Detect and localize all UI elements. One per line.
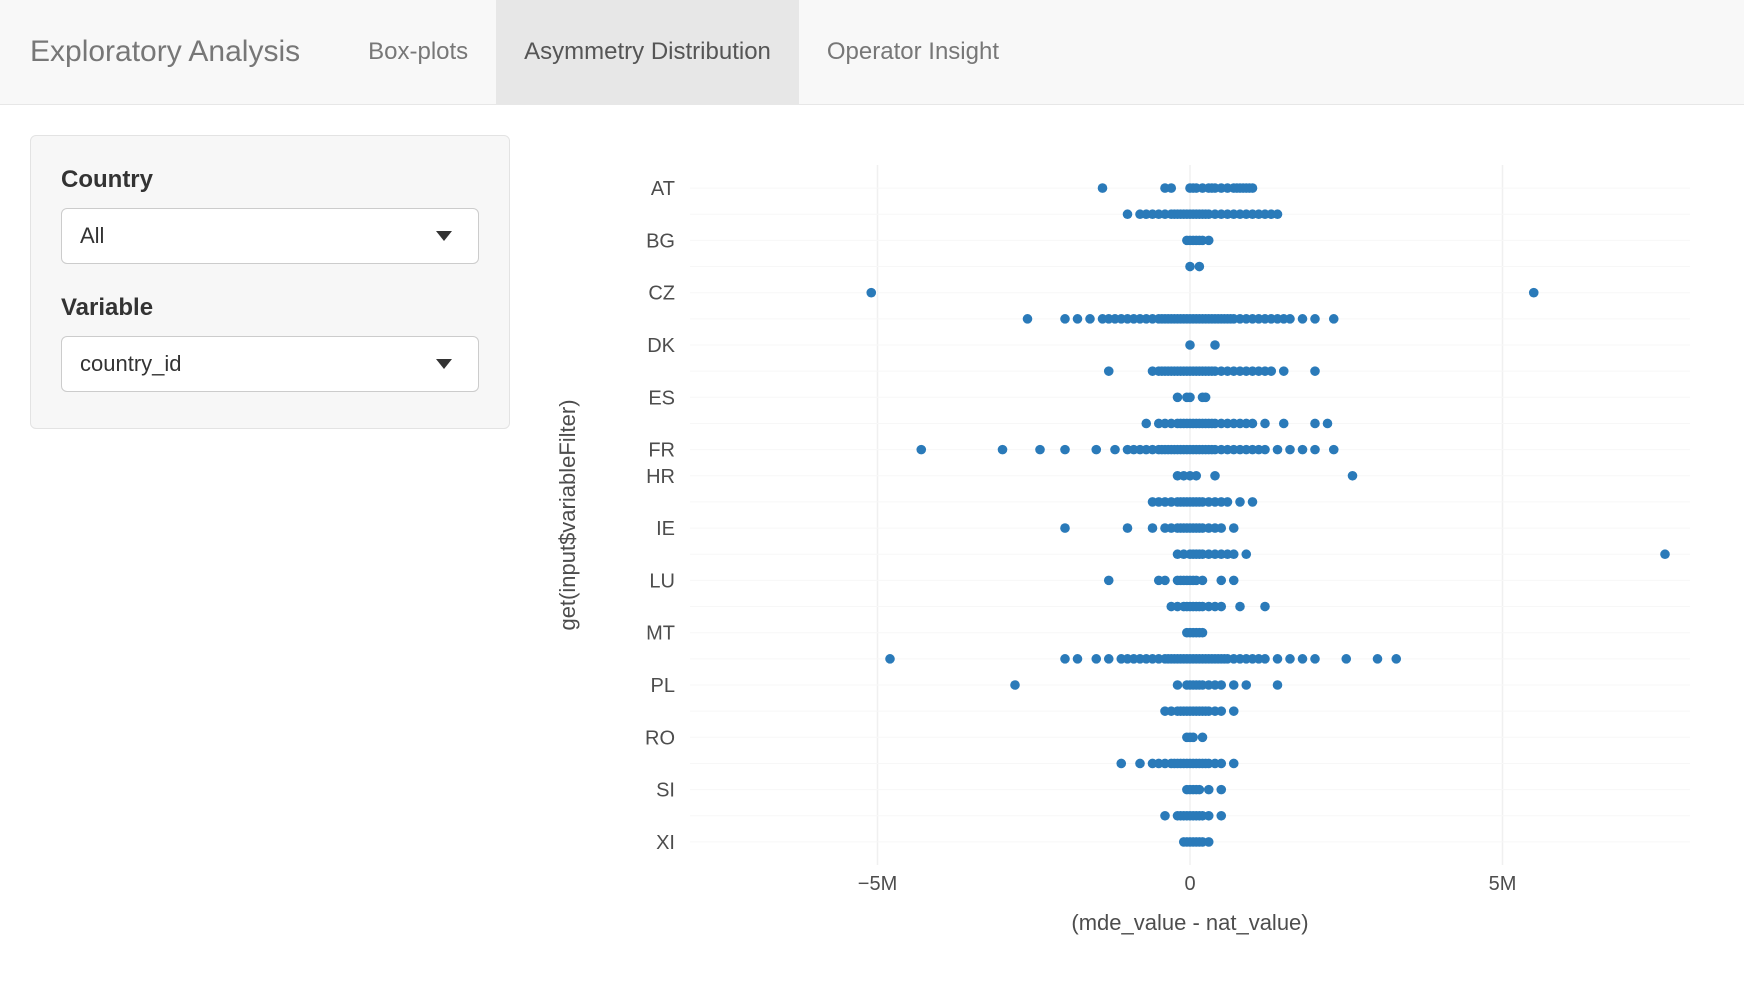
country-select-value: All (80, 223, 104, 249)
svg-text:XI: XI (656, 832, 675, 854)
variable-label: Variable (61, 294, 479, 322)
svg-text:(mde_value - nat_value): (mde_value - nat_value) (1071, 910, 1308, 935)
svg-text:5M: 5M (1489, 873, 1517, 895)
svg-text:ES: ES (648, 387, 675, 409)
sidebar-panel: Country All Variable country_id (30, 135, 510, 429)
svg-text:LU: LU (649, 570, 675, 592)
svg-text:0: 0 (1184, 873, 1195, 895)
caret-down-icon (436, 231, 452, 241)
tab-operator-insight[interactable]: Operator Insight (799, 0, 1027, 104)
svg-text:BG: BG (646, 230, 675, 252)
app-title: Exploratory Analysis (30, 35, 300, 69)
svg-text:CZ: CZ (648, 283, 675, 305)
country-select[interactable]: All (61, 208, 479, 264)
svg-text:AT: AT (651, 178, 675, 200)
svg-text:FR: FR (648, 440, 675, 462)
svg-text:RO: RO (645, 727, 675, 749)
caret-down-icon (436, 359, 452, 369)
svg-text:HR: HR (646, 466, 675, 488)
tab-asymmetry-distribution[interactable]: Asymmetry Distribution (496, 0, 799, 104)
navbar: Exploratory Analysis Box-plots Asymmetry… (0, 0, 1744, 105)
variable-select-value: country_id (80, 351, 182, 377)
plot-area: AT BG CZ DK ES FR HR IE LU MT PL RO SI XI −5M 0 5M (mde_v… (510, 135, 1714, 955)
svg-text:MT: MT (646, 623, 675, 645)
svg-text:SI: SI (656, 780, 675, 802)
svg-text:−5M: −5M (858, 873, 897, 895)
tab-box-plots[interactable]: Box-plots (340, 0, 496, 104)
svg-text:DK: DK (647, 335, 675, 357)
country-label: Country (61, 166, 479, 194)
svg-text:IE: IE (656, 518, 675, 540)
svg-text:PL: PL (651, 675, 675, 697)
svg-text:get(input$variableFilter): get(input$variableFilter) (555, 399, 580, 630)
main-content: Country All Variable country_id AT BG CZ DK… (0, 105, 1744, 955)
variable-select[interactable]: country_id (61, 336, 479, 392)
